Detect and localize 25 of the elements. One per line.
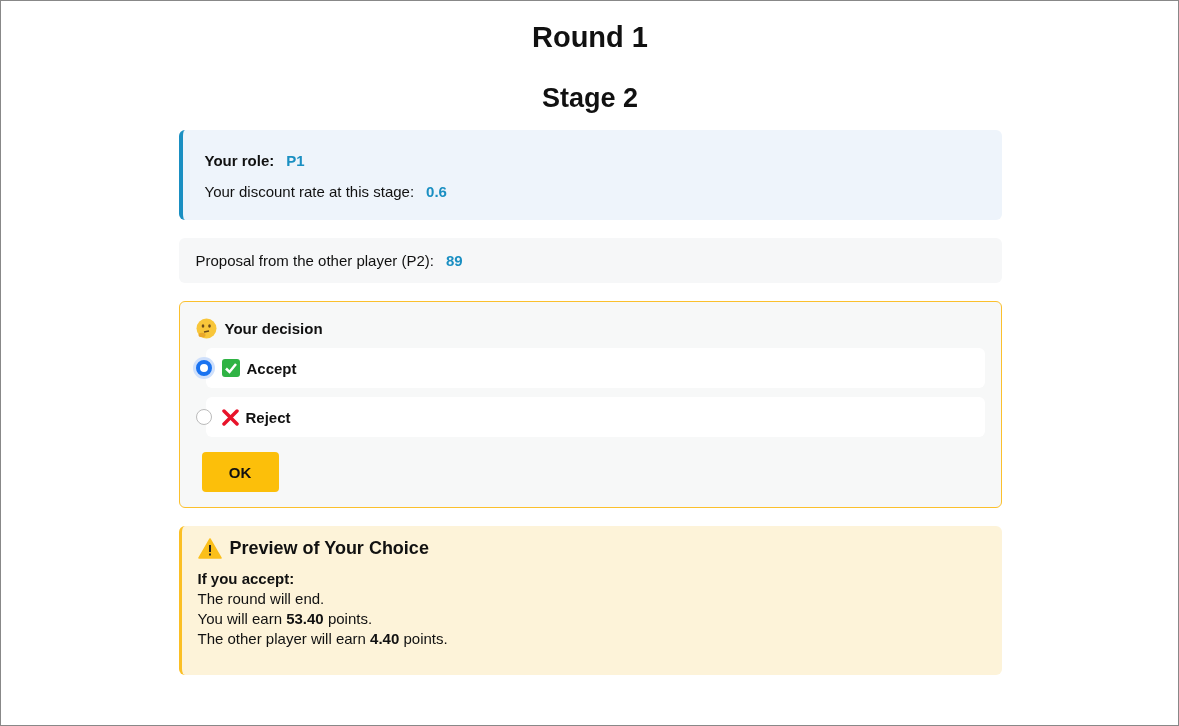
round-title: Round 1: [531, 21, 649, 54]
proposal-value: 89: [445, 252, 463, 269]
cross-mark-icon: [221, 408, 239, 426]
proposal-label: Proposal from the other player (P2):: [195, 252, 434, 269]
option-label: Reject: [245, 408, 291, 426]
radio-button[interactable]: [195, 409, 212, 425]
check-mark-icon: [221, 359, 240, 377]
thinking-face-icon: [195, 318, 217, 339]
info-label: Your role:: [204, 152, 275, 169]
radio-button[interactable]: [195, 360, 212, 376]
preview-line: The other player will earn 4.40 points.: [197, 629, 449, 649]
info-value: P1: [286, 152, 305, 169]
preview-heading: If you accept:: [197, 569, 296, 589]
decision-title: Your decision: [224, 320, 323, 337]
stage-title: Stage 2: [540, 83, 639, 114]
info-label: Your discount rate at this stage:: [204, 183, 415, 200]
option-label: Accept: [246, 359, 297, 377]
ok-button[interactable]: OK: [201, 452, 279, 492]
option-row[interactable]: Reject: [205, 397, 985, 437]
preview-title: Preview of Your Choice: [229, 538, 429, 559]
warning-icon: [197, 538, 222, 559]
preview-line: The round will end.: [197, 589, 326, 609]
info-value: 0.6: [426, 183, 447, 200]
option-row[interactable]: Accept: [205, 348, 985, 388]
preview-line: You will earn 53.40 points.: [197, 609, 374, 629]
